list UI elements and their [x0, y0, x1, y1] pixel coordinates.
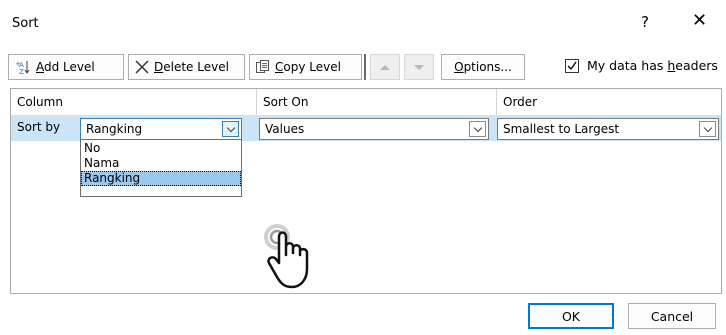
arrow-down-icon	[414, 64, 424, 70]
cancel-button[interactable]: Cancel	[628, 303, 716, 329]
dialog-title: Sort	[12, 16, 39, 31]
toolbar: + A Z Add Level Delete Level Copy Level …	[0, 44, 726, 84]
chevron-down-icon[interactable]	[469, 121, 486, 137]
move-down-button[interactable]	[404, 54, 434, 80]
order-combobox-value: Smallest to Largest	[503, 122, 620, 136]
sort-on-combobox[interactable]: Values	[259, 118, 489, 140]
order-combobox[interactable]: Smallest to Largest	[497, 118, 719, 140]
dropdown-option-nama[interactable]: Nama	[81, 156, 241, 171]
ok-button[interactable]: OK	[528, 303, 614, 329]
delete-level-label: Delete Level	[154, 60, 229, 74]
copy-level-label: Copy Level	[275, 60, 341, 74]
close-button[interactable]: ✕	[692, 10, 707, 31]
sort-levels-grid: Column Sort On Order Sort by Rangking Va…	[10, 88, 722, 294]
my-data-has-headers-checkbox[interactable]: My data has headers	[565, 58, 718, 73]
checkmark-icon	[567, 61, 577, 70]
order-header: Order	[496, 89, 721, 115]
move-up-button[interactable]	[370, 54, 400, 80]
add-level-button[interactable]: + A Z Add Level	[8, 54, 124, 80]
column-combobox-value: Rangking	[86, 122, 143, 136]
add-level-icon: + A Z	[15, 60, 30, 74]
delete-x-icon	[135, 60, 149, 74]
add-level-label: Add Level	[36, 60, 95, 74]
help-button[interactable]: ?	[641, 13, 649, 31]
hand-pointer-icon	[264, 224, 309, 289]
sort-dialog: Sort ? ✕ + A Z Add Level Delete Level Co…	[0, 0, 726, 335]
options-button[interactable]: Options...	[441, 54, 525, 80]
title-bar: Sort ? ✕	[0, 0, 726, 40]
chevron-down-icon[interactable]	[699, 121, 716, 137]
sort-on-header: Sort On	[256, 89, 496, 115]
headers-checkbox-label: My data has headers	[587, 58, 718, 73]
column-combobox[interactable]: Rangking	[80, 118, 242, 140]
svg-text:Z: Z	[19, 68, 24, 74]
dropdown-option-no[interactable]: No	[81, 141, 241, 156]
dropdown-option-rangking[interactable]: Rangking	[81, 171, 241, 186]
chevron-down-icon[interactable]	[222, 121, 239, 137]
sort-by-label: Sort by	[17, 120, 61, 134]
arrow-up-icon	[380, 64, 390, 70]
sort-on-combobox-value: Values	[265, 122, 305, 136]
column-dropdown-list: No Nama Rangking	[80, 139, 242, 197]
delete-level-button[interactable]: Delete Level	[128, 54, 245, 80]
column-header: Column	[17, 95, 63, 109]
toolbar-separator	[364, 54, 366, 80]
checkbox-box[interactable]	[565, 58, 579, 73]
copy-icon	[256, 60, 269, 73]
grid-header-row: Column Sort On Order	[11, 89, 721, 115]
options-label: Options...	[454, 60, 512, 74]
copy-level-button[interactable]: Copy Level	[249, 54, 362, 80]
